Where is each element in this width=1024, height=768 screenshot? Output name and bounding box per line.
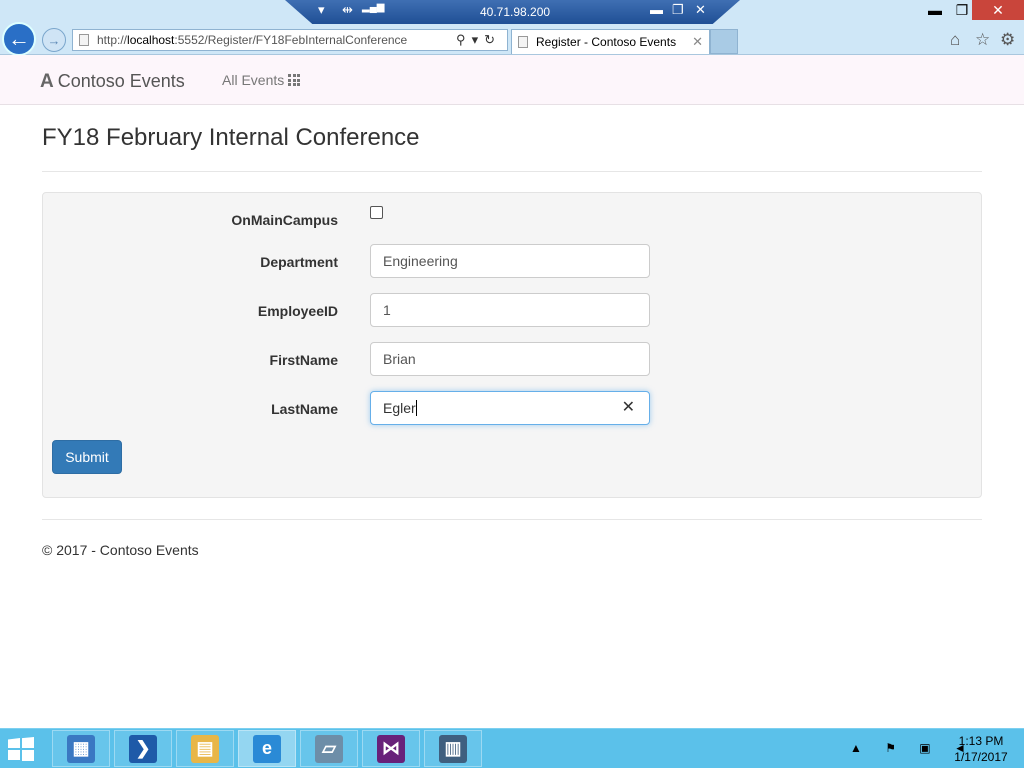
rdp-ip-address: 40.71.98.200 (480, 5, 551, 19)
all-events-label: All Events (222, 72, 285, 88)
rdp-close-icon[interactable]: ✕ (695, 2, 706, 18)
footer-divider (42, 519, 982, 520)
all-events-link[interactable]: All Events (222, 72, 301, 88)
powershell-icon: ❯ (129, 734, 157, 763)
address-prefix: http:// (97, 33, 128, 47)
taskbar-visual-studio-button[interactable]: ⋈ (362, 730, 420, 767)
windows-logo-icon (8, 738, 20, 748)
clock-time: 1:13 PM (958, 734, 1004, 748)
rdp-minimize-icon[interactable]: ▬ (650, 2, 663, 17)
refresh-icon[interactable]: ↻ (484, 32, 501, 47)
rdp-connection-icon[interactable]: ⇹ (342, 2, 353, 18)
taskbar-internet-explorer-button[interactable]: e (238, 730, 296, 767)
rdp-signal-icon: ▂▄▆ (362, 2, 385, 13)
clock[interactable]: 1:13 PM 1/17/2017 (950, 733, 1012, 765)
server-manager-icon: ▦ (67, 734, 95, 763)
grid-icon (288, 74, 301, 86)
text-caret (415, 400, 417, 416)
start-button[interactable] (8, 737, 36, 762)
remote-desktop-bar: ▾ ⇹ ▂▄▆ 40.71.98.200 ▬ ❐ ✕ (285, 0, 740, 24)
minimize-button[interactable]: ▬ (920, 0, 950, 20)
page-icon (79, 34, 89, 46)
favorites-star-icon[interactable]: ☆ (975, 30, 990, 50)
on-main-campus-label: OnMainCampus (231, 212, 338, 228)
clear-input-icon[interactable]: ✕ (622, 392, 635, 424)
taskbar-powershell-button[interactable]: ❯ (114, 730, 172, 767)
windows-logo-pane (22, 750, 34, 761)
department-input[interactable]: Engineering (370, 244, 650, 278)
taskbar-file-explorer-button[interactable]: ▤ (176, 730, 234, 767)
rdp-pin-icon[interactable]: ▾ (318, 2, 325, 18)
page-title: FY18 February Internal Conference (42, 124, 420, 151)
tab-title: Register - Contoso Events (536, 35, 677, 49)
visual-studio-icon: ⋈ (377, 734, 405, 763)
internet-explorer-icon: e (253, 734, 281, 763)
department-label: Department (260, 254, 338, 270)
tab-page-icon (518, 36, 528, 48)
on-main-campus-checkbox[interactable] (370, 206, 383, 219)
footer-text: © 2017 - Contoso Events (42, 542, 199, 558)
home-icon[interactable]: ⌂ (950, 30, 960, 50)
address-bar[interactable]: http://localhost:5552/Register/FY18FebIn… (72, 29, 508, 51)
browser-chrome: ▾ ⇹ ▂▄▆ 40.71.98.200 ▬ ❐ ✕ ▬ ❐ ✕ ← → htt… (0, 0, 1024, 56)
file-explorer-icon: ▤ (191, 734, 219, 763)
brand-name: Contoso Events (57, 71, 185, 91)
employee-id-label: EmployeeID (257, 303, 338, 319)
new-tab-button[interactable] (710, 29, 738, 54)
browser-tab[interactable]: Register - Contoso Events ✕ (511, 29, 710, 54)
address-host: localhost (127, 33, 175, 47)
dropdown-icon[interactable]: ▾ (472, 32, 485, 47)
first-name-label: FirstName (269, 352, 338, 368)
brand-logo-icon: A (40, 71, 54, 92)
last-name-value: Egler (383, 400, 416, 416)
rdp-restore-icon[interactable]: ❐ (672, 2, 684, 18)
taskbar: ▦ ❯ ▤ e ▱ ⋈ ▥ ▲ ⚑ ▣ ◄ 1:13 PM 1/17/2017 (0, 728, 1024, 768)
title-divider (42, 171, 982, 172)
site-navbar: A Contoso Events All Events (0, 55, 1024, 105)
forward-arrow-icon: → (47, 32, 61, 48)
tab-close-icon[interactable]: ✕ (692, 30, 703, 54)
search-icon[interactable]: ⚲ (456, 32, 472, 47)
last-name-input[interactable]: Egler ✕ (370, 391, 650, 425)
settings-gear-icon[interactable]: ⚙ (1000, 30, 1015, 50)
brand-link[interactable]: A Contoso Events (40, 71, 185, 93)
employee-id-input[interactable]: 1 (370, 293, 650, 327)
forward-button[interactable]: → (42, 28, 66, 52)
close-button[interactable]: ✕ (972, 0, 1024, 20)
registration-form: OnMainCampus Department Engineering Empl… (42, 192, 982, 498)
taskbar-app-window-button[interactable]: ▥ (424, 730, 482, 767)
address-tools: ⚲▾↻ (456, 30, 501, 50)
submit-button[interactable]: Submit (52, 440, 122, 474)
back-arrow-icon: ← (8, 26, 30, 51)
windows-logo-pane (8, 750, 20, 760)
app-window-icon: ▥ (439, 734, 467, 763)
taskbar-notepad-button[interactable]: ▱ (300, 730, 358, 767)
address-path: :5552/Register/FY18FebInternalConference (174, 33, 408, 47)
windows-logo-pane (22, 737, 34, 748)
notepad-icon: ▱ (315, 734, 343, 763)
clock-date: 1/17/2017 (954, 750, 1008, 764)
first-name-input[interactable]: Brian (370, 342, 650, 376)
back-button[interactable]: ← (2, 22, 36, 56)
taskbar-server-manager-button[interactable]: ▦ (52, 730, 110, 767)
last-name-label: LastName (271, 401, 338, 417)
